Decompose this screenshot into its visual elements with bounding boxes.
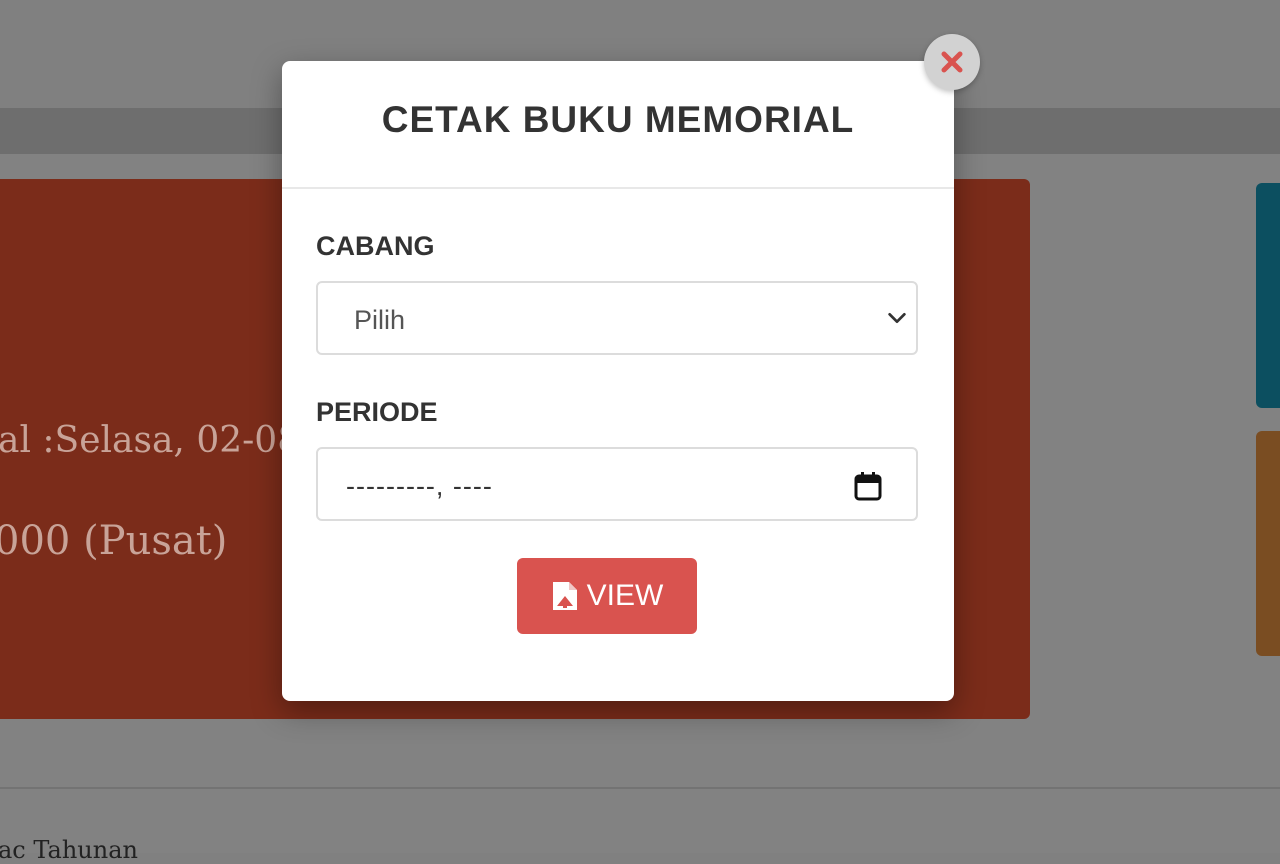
cabang-select-value: Pilih (354, 305, 406, 335)
card-date-text: al :Selasa, 02-08 (0, 420, 301, 461)
cabang-select[interactable]: Pilih (316, 281, 918, 355)
card-branch-text: 000 (Pusat) (0, 518, 228, 564)
modal-title: CETAK BUKU MEMORIAL (381, 99, 855, 140)
side-card-teal (1256, 183, 1280, 408)
view-button[interactable]: VIEW (517, 558, 697, 634)
print-memorial-modal: CETAK BUKU MEMORIAL CABANG Pilih PERIODE… (282, 61, 954, 701)
cabang-label: CABANG (316, 231, 435, 261)
side-card-orange (1256, 431, 1280, 656)
periode-label: PERIODE (316, 397, 438, 427)
file-pdf-icon (552, 582, 577, 610)
view-button-label: VIEW (586, 579, 664, 612)
periode-placeholder: ---------, ---- (346, 471, 493, 501)
calendar-icon[interactable] (854, 471, 882, 501)
modal-header-divider (282, 187, 954, 189)
periode-month-input[interactable]: ---------, ---- (316, 447, 918, 521)
section-divider (0, 787, 1280, 789)
chevron-down-icon (888, 312, 906, 324)
close-button[interactable] (924, 34, 980, 90)
section-heading: ac Tahunan (0, 836, 138, 864)
close-icon (941, 51, 963, 73)
